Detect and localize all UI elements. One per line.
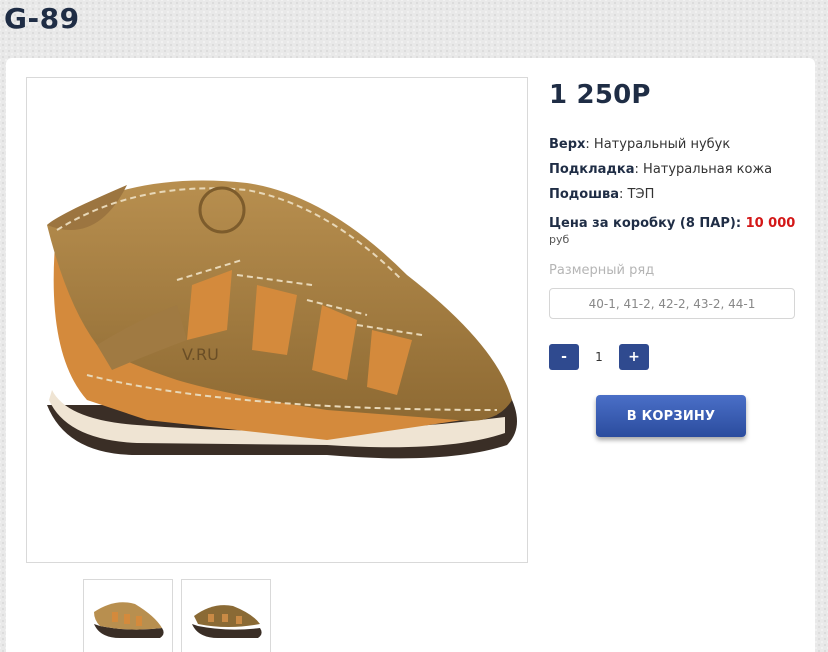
spec-sole: Подошва: ТЭП: [549, 187, 654, 202]
spec-upper: Верх: Натуральный нубук: [549, 137, 730, 152]
quantity-increase-button[interactable]: +: [619, 344, 649, 370]
spec-value: : Натуральный нубук: [585, 137, 731, 152]
spec-label: Подошва: [549, 187, 620, 202]
size-range-field[interactable]: 40-1, 41-2, 42-2, 43-2, 44-1: [549, 288, 795, 319]
thumbnail-1[interactable]: [83, 579, 173, 652]
image-watermark: V.RU: [182, 345, 219, 364]
spec-value: : Натуральная кожа: [634, 162, 773, 177]
box-price-label: Цена за коробку (8 ПАР):: [549, 216, 746, 231]
spec-lining: Подкладка: Натуральная кожа: [549, 162, 772, 177]
box-price-value: 10 000: [745, 216, 796, 231]
sandal-thumbnail-icon: [94, 602, 164, 638]
thumbnail-2[interactable]: [181, 579, 271, 652]
product-card: V.RU 1 250P Верх: Натуральный нубук Подк…: [6, 58, 815, 652]
spec-value: : ТЭП: [619, 187, 655, 202]
product-info: 1 250P Верх: Натуральный нубук Подкладка…: [549, 80, 799, 437]
sandal-side-thumbnail-icon: [192, 605, 262, 638]
quantity-decrease-button[interactable]: -: [549, 344, 579, 370]
product-main-image[interactable]: V.RU: [26, 77, 528, 563]
spec-label: Верх: [549, 137, 586, 152]
box-price: Цена за коробку (8 ПАР): 10 000: [549, 216, 795, 231]
product-price: 1 250P: [549, 80, 651, 110]
add-to-cart-button[interactable]: В КОРЗИНУ: [596, 395, 746, 437]
quantity-input[interactable]: 1: [583, 344, 615, 370]
sandal-icon: V.RU: [47, 180, 517, 459]
currency: руб: [549, 233, 570, 246]
size-range-label: Размерный ряд: [549, 263, 655, 278]
spec-label: Подкладка: [549, 162, 635, 177]
page-title: G-89: [4, 2, 80, 35]
